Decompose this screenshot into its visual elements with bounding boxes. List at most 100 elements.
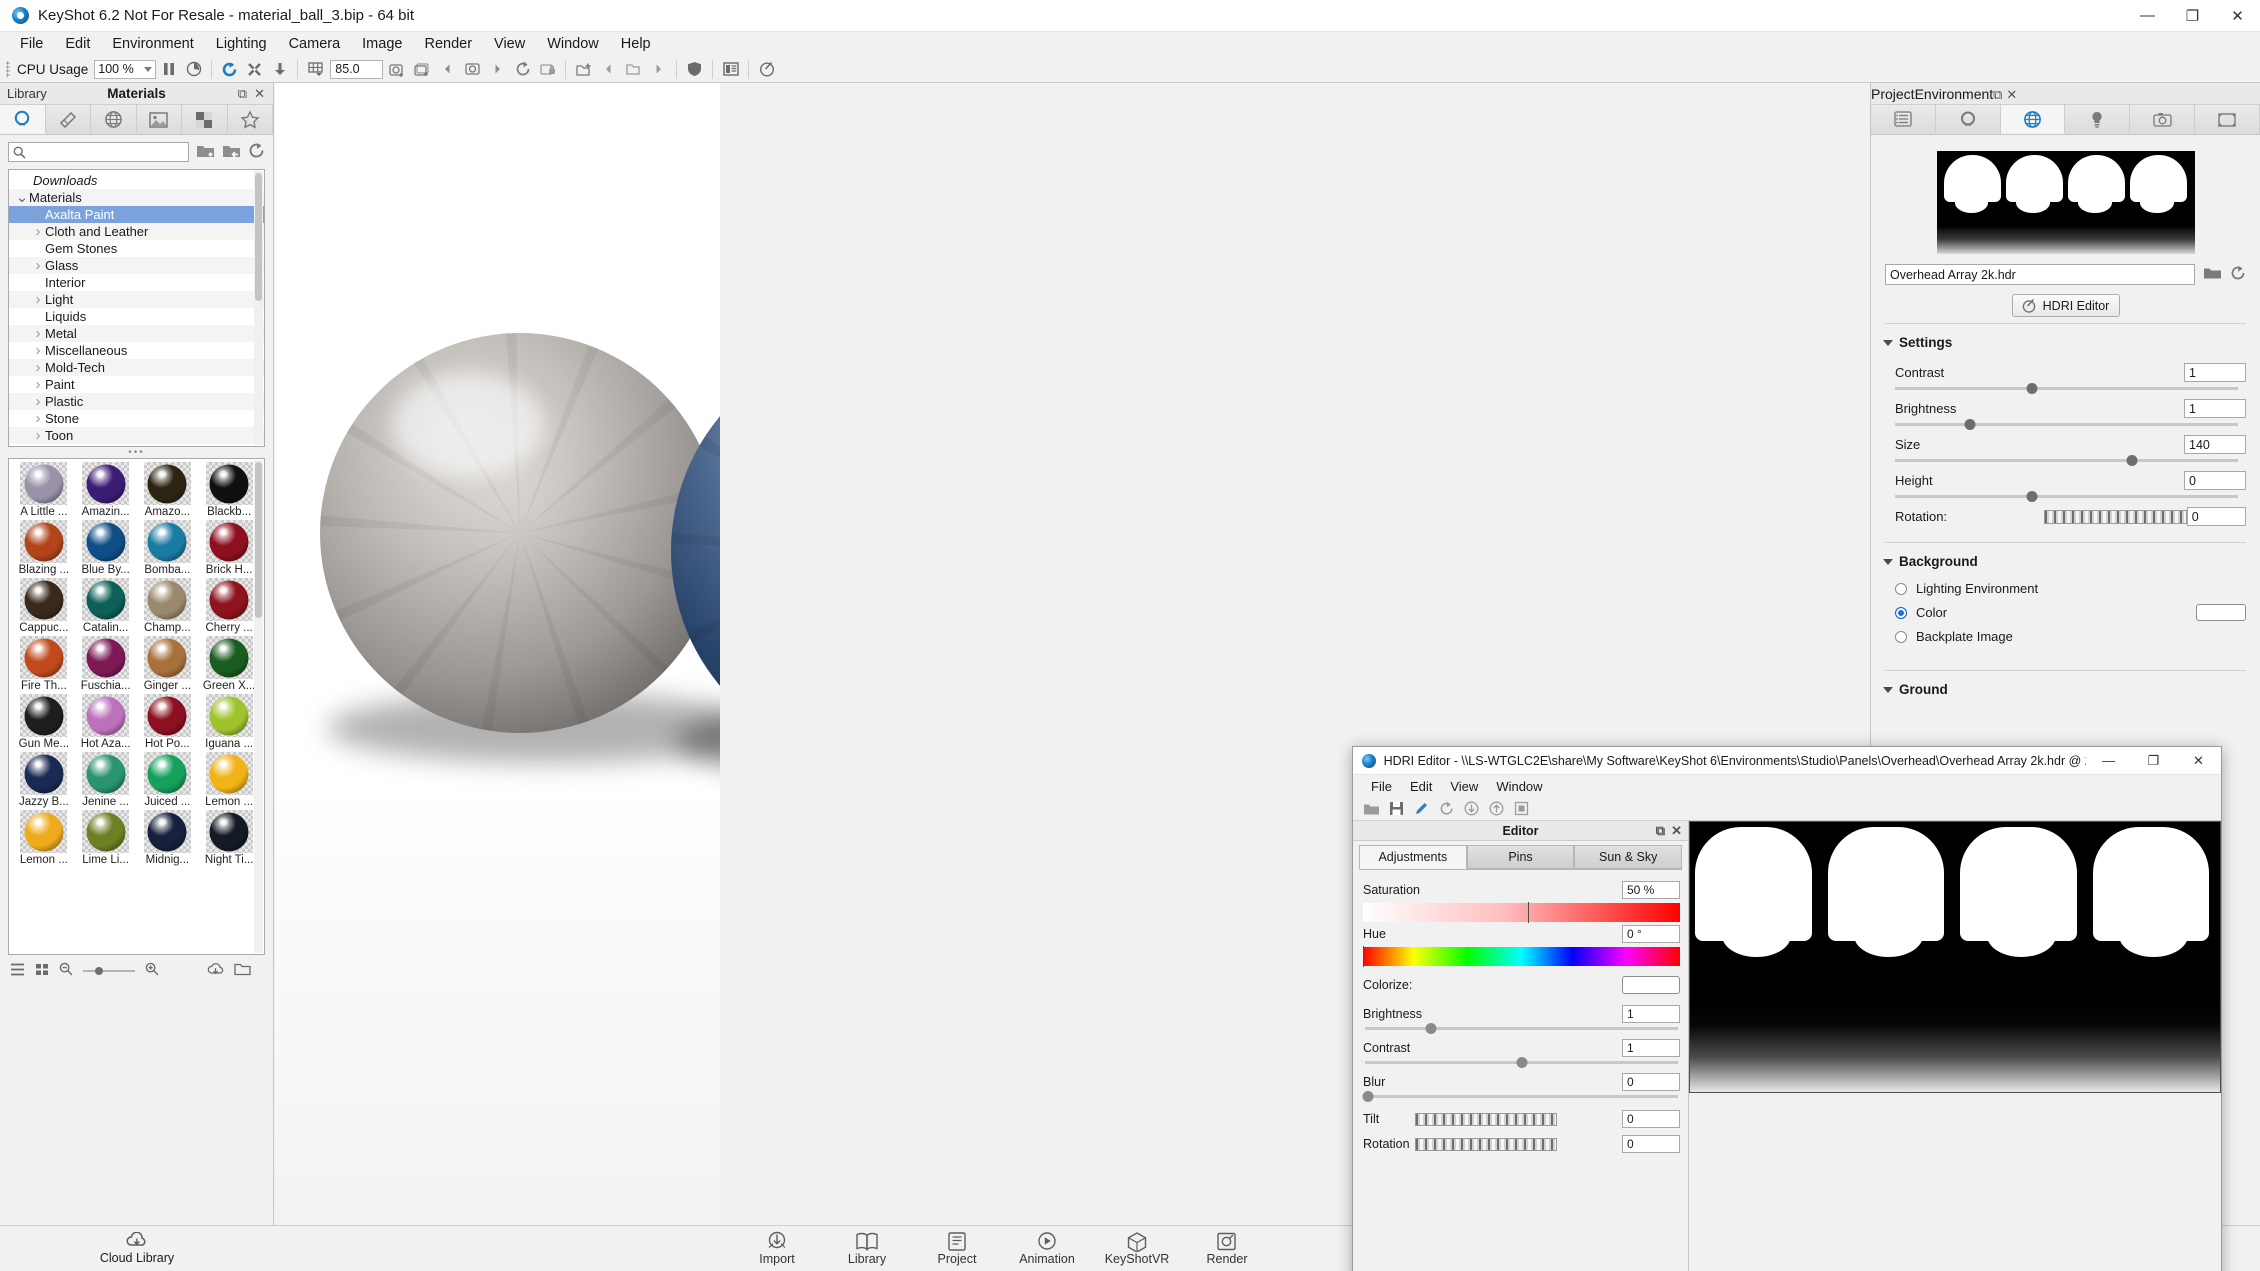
material-swatch[interactable]: A Little ... xyxy=(13,462,75,520)
radio-color[interactable] xyxy=(1895,606,1907,619)
refresh-library-icon[interactable] xyxy=(248,142,265,162)
material-swatch[interactable]: Blazing ... xyxy=(13,520,75,578)
tree-item-cloth-and-leather[interactable]: › Cloth and Leather xyxy=(9,223,264,240)
project-close-icon[interactable]: ✕ xyxy=(2006,87,2017,102)
background-color-swatch[interactable] xyxy=(2196,604,2246,621)
add-camera-icon[interactable] xyxy=(385,58,410,81)
material-swatch[interactable]: Bomba... xyxy=(137,520,199,578)
background-option-backplate-image[interactable]: Backplate Image xyxy=(1871,621,2260,644)
tree-item-light[interactable]: › Light xyxy=(9,291,264,308)
tab-scene[interactable] xyxy=(1871,105,1936,134)
tab-backplates[interactable] xyxy=(136,105,182,134)
swatch-scrollbar[interactable] xyxy=(254,460,263,953)
hdri-brightness-value[interactable]: 1 xyxy=(1622,1005,1680,1023)
tree-item-materials[interactable]: ⌄ Materials xyxy=(9,189,264,206)
tree-item-mold-tech[interactable]: › Mold-Tech xyxy=(9,359,264,376)
tree-item-glass[interactable]: › Glass xyxy=(9,257,264,274)
hdri-tilt-dial[interactable] xyxy=(1415,1112,1557,1126)
resize-viewport-icon[interactable] xyxy=(242,58,267,81)
model-set-prev-icon[interactable] xyxy=(596,58,621,81)
material-swatch-pane[interactable]: A Little ... Amazin... Amazo... Blackb... Bl… xyxy=(8,458,265,955)
tree-scrollbar[interactable] xyxy=(254,171,263,445)
material-swatch-thumbnail[interactable] xyxy=(205,752,253,795)
fov-input[interactable]: 85.0 xyxy=(330,59,384,79)
menu-window[interactable]: Window xyxy=(536,34,610,54)
tab-adjustments[interactable]: Adjustments xyxy=(1359,845,1467,869)
hdri-menu-file[interactable]: File xyxy=(1362,777,1401,796)
close-button[interactable]: ✕ xyxy=(2215,0,2260,32)
tab-environment[interactable] xyxy=(2000,105,2066,134)
chevron-right-icon[interactable]: › xyxy=(31,257,45,274)
pause-render-icon[interactable] xyxy=(156,58,181,81)
menu-lighting[interactable]: Lighting xyxy=(205,34,278,54)
hdri-maximize-button[interactable]: ❐ xyxy=(2131,747,2176,775)
undock-icon[interactable]: ⧉ xyxy=(238,87,247,100)
project-undock-icon[interactable]: ⧉ xyxy=(1993,87,2002,102)
menu-help[interactable]: Help xyxy=(610,34,662,54)
performance-mode-icon[interactable] xyxy=(181,58,206,81)
library-folder-tree[interactable]: Downloads ⌄ Materials › Axalta Paint › Cloth a… xyxy=(8,169,265,447)
material-swatch-thumbnail[interactable] xyxy=(143,462,191,505)
shield-icon[interactable] xyxy=(682,58,707,81)
hdri-rotation-dial[interactable] xyxy=(1415,1137,1557,1151)
chevron-right-icon[interactable]: › xyxy=(31,427,45,444)
hdri-menu-edit[interactable]: Edit xyxy=(1401,777,1441,796)
material-swatch[interactable]: Amazin... xyxy=(75,462,137,520)
tree-item-paint[interactable]: › Paint xyxy=(9,376,264,393)
tab-favorites[interactable] xyxy=(227,105,273,134)
chevron-right-icon[interactable]: › xyxy=(31,376,45,393)
tab-materials[interactable] xyxy=(0,105,46,134)
material-swatch[interactable]: Catalin... xyxy=(75,578,137,636)
material-ball-concrete[interactable] xyxy=(320,333,720,733)
env-contrast-slider[interactable] xyxy=(1895,383,2238,394)
env-height-slider[interactable] xyxy=(1895,491,2238,502)
material-swatch[interactable]: Hot Aza... xyxy=(75,694,137,752)
chevron-right-icon[interactable]: › xyxy=(31,223,45,240)
material-swatch-thumbnail[interactable] xyxy=(205,636,253,679)
material-swatch[interactable]: Hot Po... xyxy=(137,694,199,752)
hdri-menu-view[interactable]: View xyxy=(1441,777,1487,796)
chevron-right-icon[interactable]: › xyxy=(31,291,45,308)
browse-folder-icon[interactable] xyxy=(2203,266,2222,284)
material-swatch-thumbnail[interactable] xyxy=(205,520,253,563)
material-swatch[interactable]: Amazo... xyxy=(137,462,199,520)
hdri-brightness-slider[interactable] xyxy=(1365,1023,1678,1034)
hdri-contrast-slider[interactable] xyxy=(1365,1057,1678,1068)
material-swatch[interactable]: Cappuc... xyxy=(13,578,75,636)
reload-hdr-icon[interactable] xyxy=(2230,265,2246,284)
environment-preview-image[interactable] xyxy=(1936,151,2195,254)
hue-gradient-slider[interactable] xyxy=(1363,946,1680,967)
bottom-button-animation[interactable]: Animation xyxy=(1010,1231,1084,1266)
tab-textures[interactable] xyxy=(182,105,228,134)
tree-item-downloads[interactable]: Downloads xyxy=(9,172,264,189)
material-swatch[interactable]: Blue By... xyxy=(75,520,137,578)
material-swatch[interactable]: Iguana ... xyxy=(198,694,260,752)
camera-next-icon[interactable] xyxy=(485,58,510,81)
add-folder-icon[interactable] xyxy=(196,143,215,162)
hdri-editor-window[interactable]: HDRI Editor - \\LS-WTGLC2E\share\My Soft… xyxy=(1352,746,2222,1271)
hdri-environment-canvas[interactable] xyxy=(1689,821,2221,1093)
toolbar-grip[interactable] xyxy=(6,60,10,78)
tree-item-interior[interactable]: Interior xyxy=(9,274,264,291)
chevron-right-icon[interactable]: › xyxy=(31,325,45,342)
material-swatch[interactable]: Cherry ... xyxy=(198,578,260,636)
reset-icon[interactable] xyxy=(1435,798,1458,819)
open-folder-icon[interactable] xyxy=(1360,798,1383,819)
chevron-right-icon[interactable]: › xyxy=(31,206,45,223)
material-swatch[interactable]: Fuschia... xyxy=(75,636,137,694)
material-swatch-thumbnail[interactable] xyxy=(20,636,68,679)
chevron-right-icon[interactable]: › xyxy=(31,393,45,410)
menu-render[interactable]: Render xyxy=(413,34,483,54)
tab-pins[interactable]: Pins xyxy=(1466,845,1575,869)
tab-lighting[interactable] xyxy=(2065,105,2131,134)
render-viewport[interactable] xyxy=(275,83,720,1225)
bottom-button-render[interactable]: Render xyxy=(1190,1231,1264,1266)
env-size-value[interactable]: 140 xyxy=(2184,435,2246,454)
bottom-button-project[interactable]: Project xyxy=(920,1231,994,1266)
radio-backplate-image[interactable] xyxy=(1895,630,1907,643)
material-swatch[interactable]: Lemon ... xyxy=(13,810,75,868)
material-swatch[interactable]: Champ... xyxy=(137,578,199,636)
hdri-tilt-value[interactable]: 0 xyxy=(1622,1110,1680,1128)
search-input[interactable] xyxy=(30,145,184,159)
hdri-close-button[interactable]: ✕ xyxy=(2176,747,2221,775)
